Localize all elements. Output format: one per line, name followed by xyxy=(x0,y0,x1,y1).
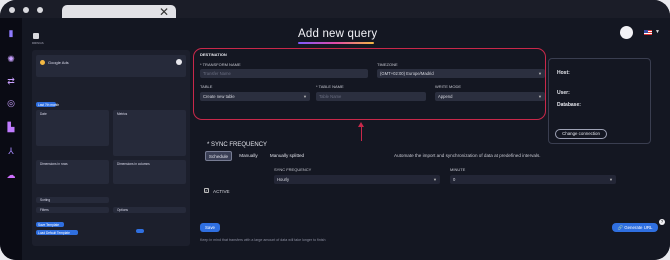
window-dot-icon[interactable] xyxy=(23,7,29,13)
transform-name-label-text: TRANSFORM NAME xyxy=(202,62,241,67)
google-ads-icon xyxy=(40,60,45,65)
query-preview-panel: Google Ads Last 7th month Date Metrics D… xyxy=(32,50,190,246)
save-button[interactable]: Save xyxy=(200,223,220,232)
database-label: Database: xyxy=(557,102,581,108)
transfer-icon[interactable]: ⇄ xyxy=(6,76,16,86)
page-title: Add new query xyxy=(298,28,378,40)
footer-note: Keep in mind that transfers with a large… xyxy=(200,238,326,242)
chevron-down-icon: ▼ xyxy=(303,94,307,99)
cloud-icon[interactable]: ☁ xyxy=(6,170,16,180)
metrics-card[interactable]: Metrics xyxy=(113,110,186,156)
metrics-label: Metrics xyxy=(117,112,128,116)
chevron-down-icon: ▼ xyxy=(433,177,437,182)
date-label: Date xyxy=(40,112,47,116)
date-range-label: Last 7th month xyxy=(38,103,60,107)
timezone-value: (GMT+02:00) Europe/Madrid xyxy=(380,71,434,76)
change-connection-button[interactable]: Change connection xyxy=(555,129,607,139)
date-range-button[interactable]: Last 7th month xyxy=(36,102,60,107)
save-template-button[interactable]: Save Template xyxy=(36,222,64,227)
rows-label: Dimensions in rows xyxy=(40,162,68,166)
rows-card[interactable]: Dimensions in rows xyxy=(36,160,109,184)
generate-url-label: Generate URL xyxy=(624,225,653,230)
table-name-label-text: TABLE NAME xyxy=(318,84,344,89)
table-name-input[interactable]: Table Name xyxy=(316,92,426,101)
arrow-line xyxy=(361,126,362,141)
columns-card[interactable]: Dimensions in columns xyxy=(113,160,186,184)
frequency-value: Hourly xyxy=(277,177,290,182)
table-select[interactable]: Create new table ▼ xyxy=(200,92,310,101)
host-label: Host: xyxy=(557,70,570,76)
brand-mark xyxy=(33,33,39,39)
table-label: TABLE xyxy=(200,84,213,89)
help-icon[interactable]: ? xyxy=(659,219,665,225)
tab-schedule[interactable]: Schedule xyxy=(205,151,232,161)
filters-row[interactable]: Filters xyxy=(36,207,109,213)
fork-icon[interactable]: ⅄ xyxy=(6,146,16,156)
user-avatar-icon[interactable] xyxy=(620,26,633,39)
active-label: ACTIVE xyxy=(213,189,230,194)
sync-frequency-heading: * SYNC FREQUENCY xyxy=(207,142,268,148)
columns-label: Dimensions in columns xyxy=(117,162,150,166)
logo-icon[interactable]: ▮ xyxy=(6,28,16,38)
chevron-down-icon: ▼ xyxy=(538,71,542,76)
instagram-icon[interactable]: ◎ xyxy=(6,98,16,108)
user-label: User: xyxy=(557,90,570,96)
minute-label: MINUTE xyxy=(450,167,466,172)
app-sidebar: ▮ ✺ ⇄ ◎ ▙ ⅄ ☁ xyxy=(0,18,22,260)
load-template-label: Load Default Template xyxy=(38,231,70,235)
tab-manually-splitted[interactable]: Manually splitted xyxy=(265,151,309,161)
timezone-select[interactable]: (GMT+02:00) Europe/Madrid ▼ xyxy=(377,69,545,78)
active-checkbox[interactable]: ✓ xyxy=(204,188,209,193)
options-row[interactable]: Options xyxy=(113,207,186,213)
title-underline xyxy=(298,42,374,44)
chart-icon[interactable]: ▙ xyxy=(6,122,16,132)
frequency-label: SYNC FREQUENCY xyxy=(274,167,312,172)
options-label: Options xyxy=(117,208,128,212)
table-value: Create new table xyxy=(203,94,235,99)
gear-icon[interactable]: ✺ xyxy=(6,54,16,64)
transform-name-label: * TRANSFORM NAME xyxy=(200,62,241,67)
write-mode-select[interactable]: Append ▼ xyxy=(435,92,545,101)
save-template-label: Save Template xyxy=(38,223,60,227)
generate-url-button[interactable]: 🔗 Generate URL xyxy=(612,223,658,232)
destination-section: DESTINATION * TRANSFORM NAME Transfer Na… xyxy=(193,48,546,120)
filters-label: Filters xyxy=(40,208,49,212)
flag-icon[interactable] xyxy=(644,30,652,35)
sync-frequency-title: SYNC FREQUENCY xyxy=(211,142,268,148)
brand-label: DRINGS xyxy=(32,41,44,45)
frequency-select[interactable]: Hourly ▼ xyxy=(274,175,440,184)
browser-frame: ✕ ▮ ✺ ⇄ ◎ ▙ ⅄ ☁ DRINGS Google Ads Last 7… xyxy=(0,0,670,260)
sorting-row[interactable]: Sorting xyxy=(36,197,109,203)
minute-select[interactable]: 0 ▼ xyxy=(450,175,616,184)
transform-name-input[interactable]: Transfer Name xyxy=(200,69,368,78)
chevron-down-icon: ▼ xyxy=(609,177,613,182)
add-icon[interactable] xyxy=(176,59,182,65)
sorting-label: Sorting xyxy=(40,198,51,202)
load-template-button[interactable]: Load Default Template xyxy=(36,230,78,235)
chevron-down-icon[interactable]: ▼ xyxy=(655,29,660,35)
tab-manually[interactable]: Manually xyxy=(235,151,262,161)
sync-description: Automate the import and synchronization … xyxy=(394,153,541,158)
window-dot-icon[interactable] xyxy=(37,7,43,13)
minute-value: 0 xyxy=(453,177,456,182)
write-mode-label: WRITE MODE xyxy=(435,84,461,89)
timezone-label: TIMEZONE xyxy=(377,62,398,67)
toggle-switch[interactable] xyxy=(136,229,144,233)
window-chrome: ✕ xyxy=(0,0,670,20)
table-name-label: * TABLE NAME xyxy=(316,84,344,89)
chevron-down-icon: ▼ xyxy=(538,94,542,99)
source-card[interactable]: Google Ads xyxy=(36,55,186,77)
date-card[interactable]: Date xyxy=(36,110,109,146)
write-mode-value: Append xyxy=(438,94,453,99)
window-dot-icon[interactable] xyxy=(9,7,15,13)
source-title: Google Ads xyxy=(48,60,69,65)
destination-heading: DESTINATION xyxy=(200,52,227,57)
